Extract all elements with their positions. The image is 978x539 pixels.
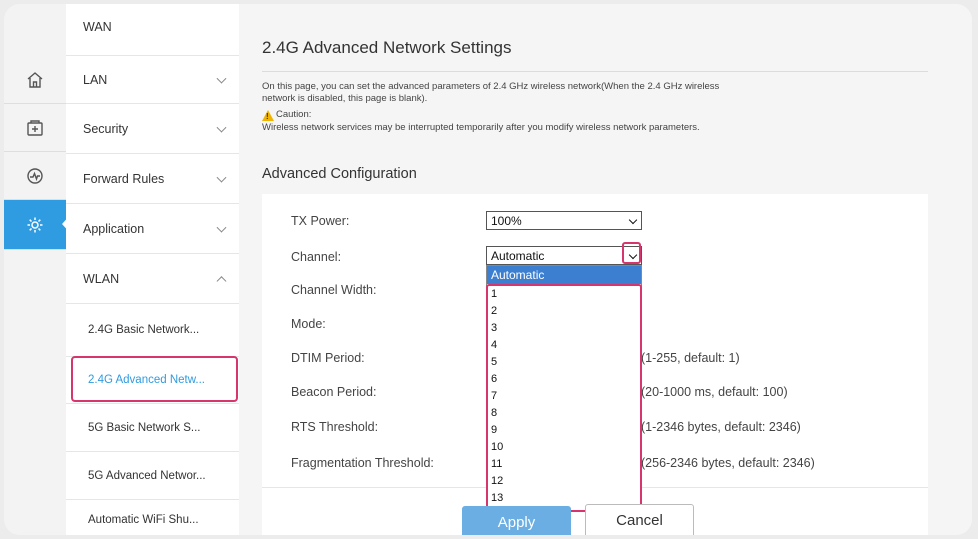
menu-item-application[interactable]: Application xyxy=(66,204,239,254)
settings-gear-icon xyxy=(27,217,43,232)
mode-label: Mode: xyxy=(291,317,326,331)
chevron-up-icon xyxy=(216,275,227,286)
title-divider xyxy=(262,71,928,72)
home-nav-button[interactable] xyxy=(4,56,66,104)
home-icon xyxy=(27,71,43,88)
menu-item-security[interactable]: Security xyxy=(66,104,239,154)
channel-width-label: Channel Width: xyxy=(291,283,377,297)
chevron-down-icon xyxy=(216,222,227,233)
active-item-highlight xyxy=(71,356,238,402)
security-plus-icon xyxy=(27,119,43,136)
forward-rules-icon xyxy=(27,167,43,184)
forward-rules-nav-button[interactable] xyxy=(4,152,66,200)
apply-button[interactable]: Apply xyxy=(462,506,571,535)
beacon-period-hint: (20-1000 ms, default: 100) xyxy=(641,385,788,399)
dtim-period-hint: (1-255, default: 1) xyxy=(641,351,740,365)
submenu-item-label: 5G Advanced Networ... xyxy=(88,469,206,482)
tx-power-value: 100% xyxy=(491,213,522,228)
sidebar-menu: WAN LAN Security Forward Rules Applicati… xyxy=(66,4,239,535)
rts-threshold-label: RTS Threshold: xyxy=(291,420,379,434)
warning-exclamation: ! xyxy=(266,112,269,121)
caution-text: Wireless network services may be interru… xyxy=(262,122,700,133)
submenu-item-label: 5G Basic Network S... xyxy=(88,421,201,434)
router-admin-window: WAN LAN Security Forward Rules Applicati… xyxy=(4,4,972,535)
beacon-period-label: Beacon Period: xyxy=(291,385,377,399)
channel-value: Automatic xyxy=(491,248,545,263)
menu-item-forward-rules[interactable]: Forward Rules xyxy=(66,154,239,204)
security-nav-button[interactable] xyxy=(4,104,66,152)
fragmentation-threshold-label: Fragmentation Threshold: xyxy=(291,456,434,470)
channel-label: Channel: xyxy=(291,250,342,264)
chevron-down-icon xyxy=(216,172,227,183)
section-title: Advanced Configuration xyxy=(262,166,417,182)
submenu-item-24g-basic[interactable]: 2.4G Basic Network... xyxy=(66,304,239,357)
menu-item-wlan[interactable]: WLAN xyxy=(66,254,239,304)
submenu-item-5g-basic[interactable]: 5G Basic Network S... xyxy=(66,404,239,452)
dropdown-toggle-highlight xyxy=(622,242,641,264)
tx-power-label: TX Power: xyxy=(291,214,350,228)
menu-item-label: LAN xyxy=(83,72,108,87)
caution-label: Caution: xyxy=(276,109,312,120)
rts-threshold-hint: (1-2346 bytes, default: 2346) xyxy=(641,420,801,434)
fragmentation-threshold-hint: (256-2346 bytes, default: 2346) xyxy=(641,456,815,470)
chevron-down-icon xyxy=(216,122,227,133)
channel-option-automatic[interactable]: Automatic xyxy=(487,266,641,284)
page-description-line-2: network is disabled, this page is blank)… xyxy=(262,93,428,104)
menu-item-wan[interactable]: WAN xyxy=(66,4,239,56)
submenu-item-label: 2.4G Basic Network... xyxy=(88,324,200,336)
submenu-item-auto-wifi[interactable]: Automatic WiFi Shu... xyxy=(66,500,239,535)
submenu-item-label: Automatic WiFi Shu... xyxy=(88,514,199,526)
settings-nav-button[interactable] xyxy=(4,200,66,250)
channel-select[interactable]: Automatic xyxy=(486,246,642,265)
menu-item-label: Forward Rules xyxy=(83,171,165,186)
menu-item-label: WAN xyxy=(83,20,112,34)
icon-rail xyxy=(4,4,72,535)
channel-options-highlight xyxy=(486,284,642,512)
page-description-line-1: On this page, you can set the advanced p… xyxy=(262,81,720,92)
menu-item-label: Application xyxy=(83,221,145,236)
tx-power-select[interactable]: 100% xyxy=(486,211,642,230)
chevron-down-icon xyxy=(628,215,638,225)
menu-item-label: Security xyxy=(83,121,129,136)
menu-item-lan[interactable]: LAN xyxy=(66,56,239,104)
submenu-item-5g-advanced[interactable]: 5G Advanced Networ... xyxy=(66,452,239,500)
page-title: 2.4G Advanced Network Settings xyxy=(262,38,512,57)
cancel-button[interactable]: Cancel xyxy=(585,504,694,535)
menu-item-label: WLAN xyxy=(83,271,120,286)
dtim-period-label: DTIM Period: xyxy=(291,351,365,365)
chevron-down-icon xyxy=(216,73,227,84)
